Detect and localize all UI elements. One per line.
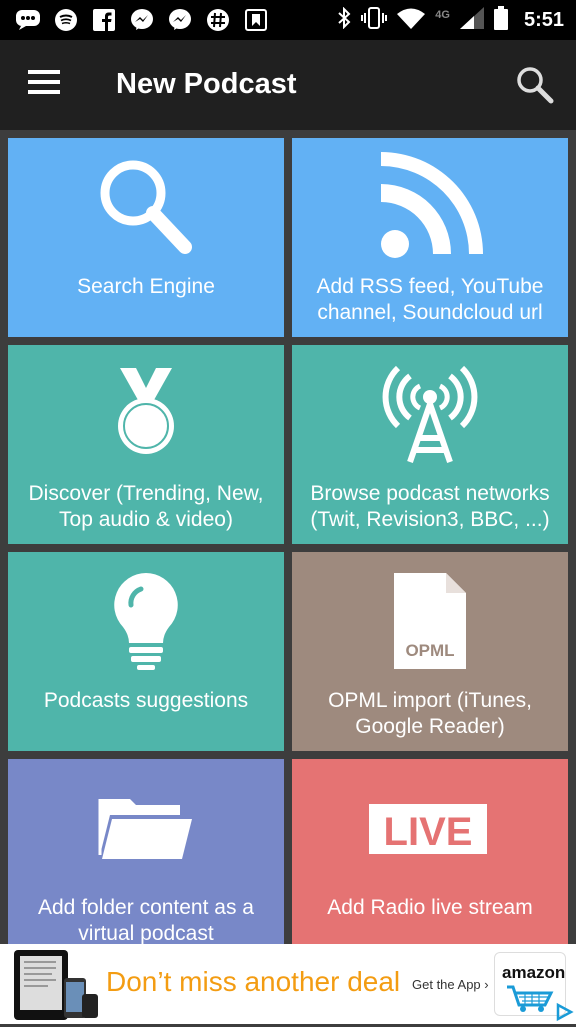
network-type: 4G — [435, 8, 450, 21]
options-grid: Search Engine Add RSS feed, YouTube chan… — [8, 138, 568, 944]
bookmark-app-icon — [242, 6, 270, 34]
folder-icon — [8, 773, 284, 883]
rss-icon — [292, 152, 568, 262]
app-bar: New Podcast — [0, 40, 576, 130]
vibrate-icon — [361, 7, 388, 34]
search-icon[interactable] — [514, 64, 558, 108]
tile-label: Add folder content as a virtual podcast — [38, 896, 254, 944]
signal-icon — [459, 7, 484, 34]
ad-get-app-link[interactable]: Get the App › — [412, 977, 489, 992]
tile-label: Browse podcast networks (Twit, Revision3… — [310, 482, 550, 531]
live-badge-icon: LIVE — [292, 773, 568, 883]
lightbulb-icon — [8, 566, 284, 676]
antenna-tower-icon — [292, 359, 568, 469]
tile-search-engine[interactable]: Search Engine — [8, 138, 284, 337]
slack-icon — [204, 6, 232, 34]
tile-label: Add RSS feed, YouTube channel, Soundclou… — [316, 275, 544, 324]
system-icons: 4G 5:51 — [337, 6, 564, 35]
ad-banner[interactable]: Don’t miss another deal Get the App › am… — [0, 944, 576, 1024]
tile-discover[interactable]: Discover (Trending, New, Top audio & vid… — [8, 345, 284, 544]
tile-add-folder-content[interactable]: Add folder content as a virtual podcast — [8, 759, 284, 944]
adchoices-icon[interactable] — [554, 1002, 574, 1022]
tile-label: Add Radio live stream — [327, 896, 533, 919]
opml-icon-text: OPML — [405, 641, 454, 660]
tile-browse-podcast-networks[interactable]: Browse podcast networks (Twit, Revision3… — [292, 345, 568, 544]
messenger-icon — [166, 6, 194, 34]
notification-icons — [14, 6, 270, 34]
tile-label: Discover (Trending, New, Top audio & vid… — [28, 482, 264, 531]
spotify-icon — [52, 6, 80, 34]
amazon-brand-text: amazon — [502, 963, 566, 982]
ad-devices-image — [8, 948, 100, 1020]
bluetooth-icon — [337, 6, 351, 34]
status-bar: 4G 5:51 — [0, 0, 576, 40]
facebook-icon — [90, 6, 118, 34]
tile-add-rss-feed[interactable]: Add RSS feed, YouTube channel, Soundclou… — [292, 138, 568, 337]
ad-headline: Don’t miss another deal — [106, 966, 401, 997]
tile-opml-import[interactable]: OPML OPML import (iTunes, Google Reader) — [292, 552, 568, 751]
magnifier-icon — [8, 152, 284, 262]
medal-icon — [8, 359, 284, 469]
tile-label: Search Engine — [77, 275, 215, 298]
message-icon — [14, 6, 42, 34]
tile-label: OPML import (iTunes, Google Reader) — [328, 689, 532, 738]
live-icon-text: LIVE — [384, 810, 473, 854]
wifi-icon — [397, 7, 426, 34]
opml-file-icon: OPML — [292, 566, 568, 676]
page-title: New Podcast — [116, 68, 297, 100]
clock: 5:51 — [523, 9, 564, 31]
tile-add-radio-live-stream[interactable]: LIVE Add Radio live stream — [292, 759, 568, 944]
tile-podcasts-suggestions[interactable]: Podcasts suggestions — [8, 552, 284, 751]
messenger-icon — [128, 6, 156, 34]
hamburger-menu-icon[interactable] — [20, 66, 60, 102]
battery-icon — [493, 6, 508, 35]
tile-label: Podcasts suggestions — [43, 689, 249, 712]
